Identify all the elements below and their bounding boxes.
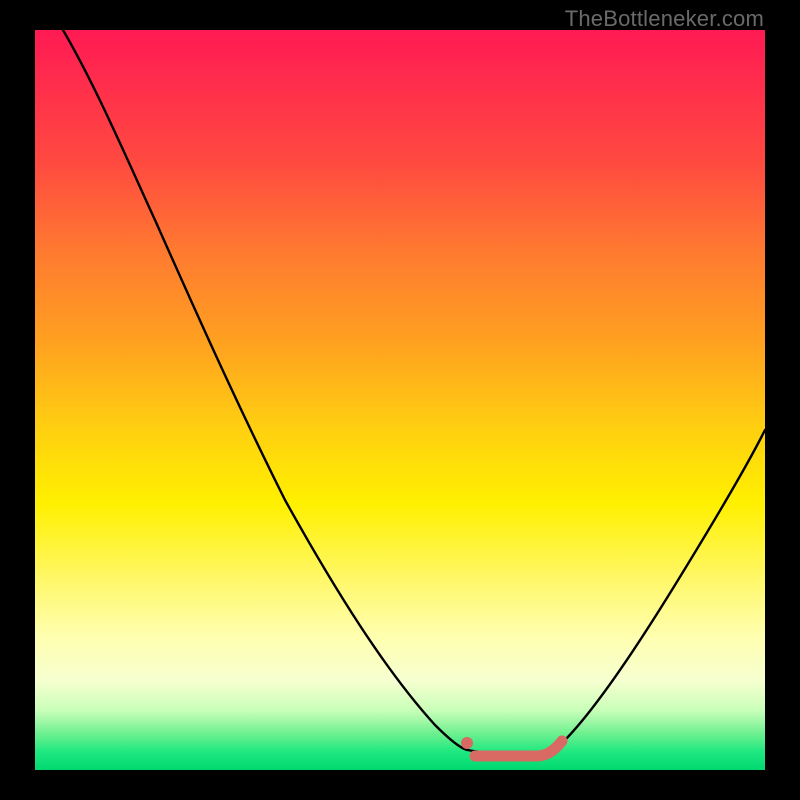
- highlight-marker: [461, 737, 473, 749]
- chart-frame: TheBottleneker.com: [0, 0, 800, 800]
- bottleneck-curve: [63, 30, 765, 753]
- watermark-text: TheBottleneker.com: [565, 6, 764, 32]
- chart-svg: [35, 30, 765, 770]
- highlight-segment: [475, 741, 562, 756]
